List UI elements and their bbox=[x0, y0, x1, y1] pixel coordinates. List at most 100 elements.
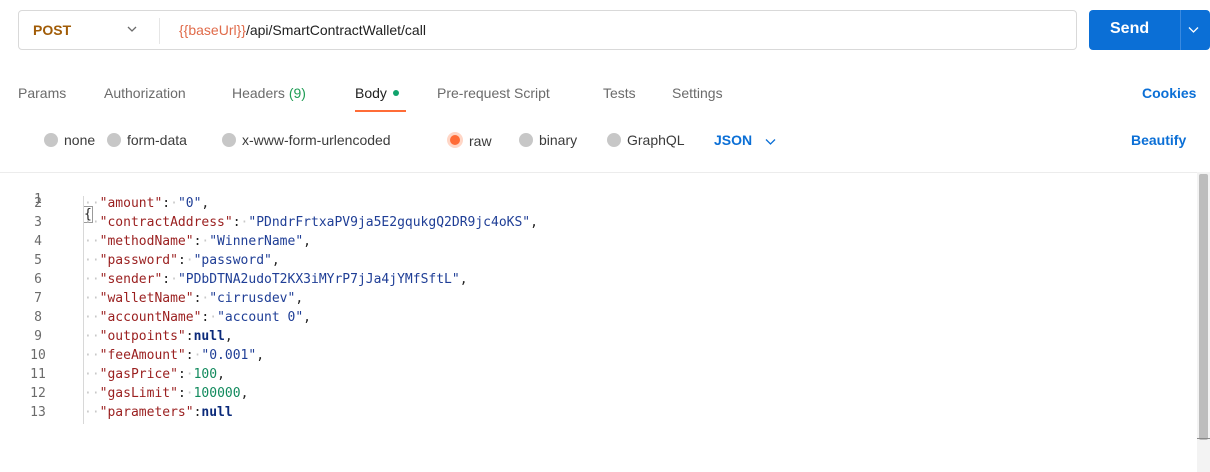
tab-settings[interactable]: Settings bbox=[672, 85, 723, 101]
radio-none[interactable]: none bbox=[44, 132, 95, 150]
radio-circle-selected[interactable] bbox=[447, 132, 463, 148]
json-value: "cirrusdev" bbox=[209, 291, 296, 306]
code-text: ··"password":·"password", bbox=[84, 253, 280, 268]
tab-body[interactable]: Body bbox=[355, 85, 399, 101]
json-value: null bbox=[201, 405, 233, 420]
json-key: "outpoints" bbox=[99, 329, 186, 344]
json-key: "feeAmount" bbox=[99, 348, 186, 363]
json-key: "walletName" bbox=[99, 291, 194, 306]
line-number: 3 bbox=[34, 215, 42, 230]
tab-headers-label: Headers bbox=[232, 85, 285, 101]
tab-body-label: Body bbox=[355, 85, 387, 101]
divider bbox=[1180, 10, 1181, 50]
radio-label: x-www-form-urlencoded bbox=[242, 132, 391, 148]
tab-authorization[interactable]: Authorization bbox=[104, 85, 186, 101]
line-number: 11 bbox=[30, 367, 46, 382]
whitespace-marker: ·· bbox=[84, 310, 100, 325]
active-tab-underline bbox=[355, 110, 406, 112]
send-button[interactable]: Send bbox=[1089, 10, 1210, 50]
json-value: "PDbDTNA2udoT2KX3iMYrP7jJa4jYMfSftL" bbox=[177, 272, 460, 287]
whitespace-marker: ·· bbox=[84, 272, 100, 287]
json-key: "gasLimit" bbox=[99, 386, 178, 401]
json-value: "WinnerName" bbox=[209, 234, 304, 249]
editor-line: 5 ··"password":·"password", bbox=[0, 253, 1196, 272]
json-key: "sender" bbox=[99, 272, 163, 287]
json-key: "password" bbox=[99, 253, 178, 268]
json-key: "accountName" bbox=[99, 310, 202, 325]
code-text: ··"sender":·"PDbDTNA2udoT2KX3iMYrP7jJa4j… bbox=[84, 272, 468, 287]
line-number: 4 bbox=[34, 234, 42, 249]
divider bbox=[159, 18, 160, 44]
whitespace-marker: ·· bbox=[84, 405, 100, 420]
method-select[interactable]: POST bbox=[33, 22, 71, 38]
chevron-down-icon[interactable] bbox=[765, 136, 776, 147]
editor-line: 7 ··"walletName":·"cirrusdev", bbox=[0, 291, 1196, 310]
beautify-link[interactable]: Beautify bbox=[1131, 132, 1186, 148]
json-key: "contractAddress" bbox=[99, 215, 233, 230]
editor-line: 10 ··"feeAmount":·"0.001", bbox=[0, 348, 1196, 367]
code-text: ··"contractAddress":·"PDndrFrtxaPV9ja5E2… bbox=[84, 215, 538, 230]
tab-headers[interactable]: Headers (9) bbox=[232, 85, 306, 101]
code-text: ··"parameters":null bbox=[84, 405, 233, 420]
editor-line: 2 ··"amount":·"0", bbox=[0, 196, 1196, 215]
radio-raw[interactable]: raw bbox=[447, 132, 492, 150]
radio-circle[interactable] bbox=[107, 133, 121, 147]
line-number: 7 bbox=[34, 291, 42, 306]
scrollbar-thumb[interactable] bbox=[1199, 174, 1208, 440]
json-value: "PDndrFrtxaPV9ja5E2gqukgQ2DR9jc4oKS" bbox=[248, 215, 531, 230]
whitespace-marker: ·· bbox=[84, 329, 100, 344]
radio-label: raw bbox=[469, 133, 492, 149]
json-value: null bbox=[193, 329, 225, 344]
radio-x-www-form-urlencoded[interactable]: x-www-form-urlencoded bbox=[222, 132, 391, 150]
radio-circle[interactable] bbox=[607, 133, 621, 147]
url-input[interactable]: {{baseUrl}}/api/SmartContractWallet/call bbox=[179, 22, 426, 38]
cookies-link[interactable]: Cookies bbox=[1142, 85, 1196, 101]
json-key: "amount" bbox=[99, 196, 163, 211]
whitespace-marker: ·· bbox=[84, 291, 100, 306]
json-value: 100000 bbox=[193, 386, 241, 401]
radio-circle[interactable] bbox=[519, 133, 533, 147]
radio-graphql[interactable]: GraphQL bbox=[607, 132, 685, 150]
editor-line: 11 ··"gasPrice":·100, bbox=[0, 367, 1196, 386]
code-editor[interactable]: 1 { 2 ··"amount":·"0", 3 ··"contractAddress… bbox=[0, 172, 1210, 472]
radio-form-data[interactable]: form-data bbox=[107, 132, 187, 150]
code-text: ··"walletName":·"cirrusdev", bbox=[84, 291, 304, 306]
radio-circle[interactable] bbox=[44, 133, 58, 147]
json-key: "methodName" bbox=[99, 234, 194, 249]
code-text: ··"gasLimit":·100000, bbox=[84, 386, 249, 401]
send-label: Send bbox=[1110, 20, 1150, 37]
chevron-down-icon[interactable] bbox=[127, 24, 137, 34]
json-key: "parameters" bbox=[99, 405, 194, 420]
radio-circle[interactable] bbox=[222, 133, 236, 147]
line-number: 10 bbox=[30, 348, 46, 363]
tab-params[interactable]: Params bbox=[18, 85, 66, 101]
json-value: "0" bbox=[177, 196, 202, 211]
editor-line: 1 { bbox=[0, 177, 1196, 223]
radio-binary[interactable]: binary bbox=[519, 132, 577, 150]
radio-label: none bbox=[64, 132, 96, 148]
url-path: /api/SmartContractWallet/call bbox=[245, 22, 426, 38]
format-select[interactable]: JSON bbox=[714, 132, 752, 148]
line-number: 8 bbox=[34, 310, 42, 325]
whitespace-marker: ·· bbox=[84, 386, 100, 401]
whitespace-marker: ·· bbox=[84, 215, 100, 230]
whitespace-marker: ·· bbox=[84, 196, 100, 211]
code-text: ··"amount":·"0", bbox=[84, 196, 210, 211]
code-text: ··"accountName":·"account 0", bbox=[84, 310, 311, 325]
whitespace-marker: ·· bbox=[84, 348, 100, 363]
line-number: 2 bbox=[34, 196, 42, 211]
tab-tests[interactable]: Tests bbox=[603, 85, 636, 101]
tab-pre-request-script[interactable]: Pre-request Script bbox=[437, 85, 550, 101]
editor-line: 9 ··"outpoints":null, bbox=[0, 329, 1196, 348]
json-value: 100 bbox=[193, 367, 218, 382]
whitespace-marker: ·· bbox=[84, 253, 100, 268]
chevron-down-icon[interactable] bbox=[1188, 24, 1199, 35]
editor-line: 13 ··"parameters":null bbox=[0, 405, 1196, 424]
editor-line: 6 ··"sender":·"PDbDTNA2udoT2KX3iMYrP7jJa4… bbox=[0, 272, 1196, 291]
body-indicator-dot bbox=[392, 90, 399, 96]
radio-label: form-data bbox=[127, 132, 187, 148]
editor-scrollbar[interactable] bbox=[1197, 172, 1210, 472]
line-number: 9 bbox=[34, 329, 42, 344]
whitespace-marker: ·· bbox=[84, 234, 100, 249]
request-url-bar[interactable]: POST {{baseUrl}}/api/SmartContractWallet… bbox=[18, 10, 1077, 50]
